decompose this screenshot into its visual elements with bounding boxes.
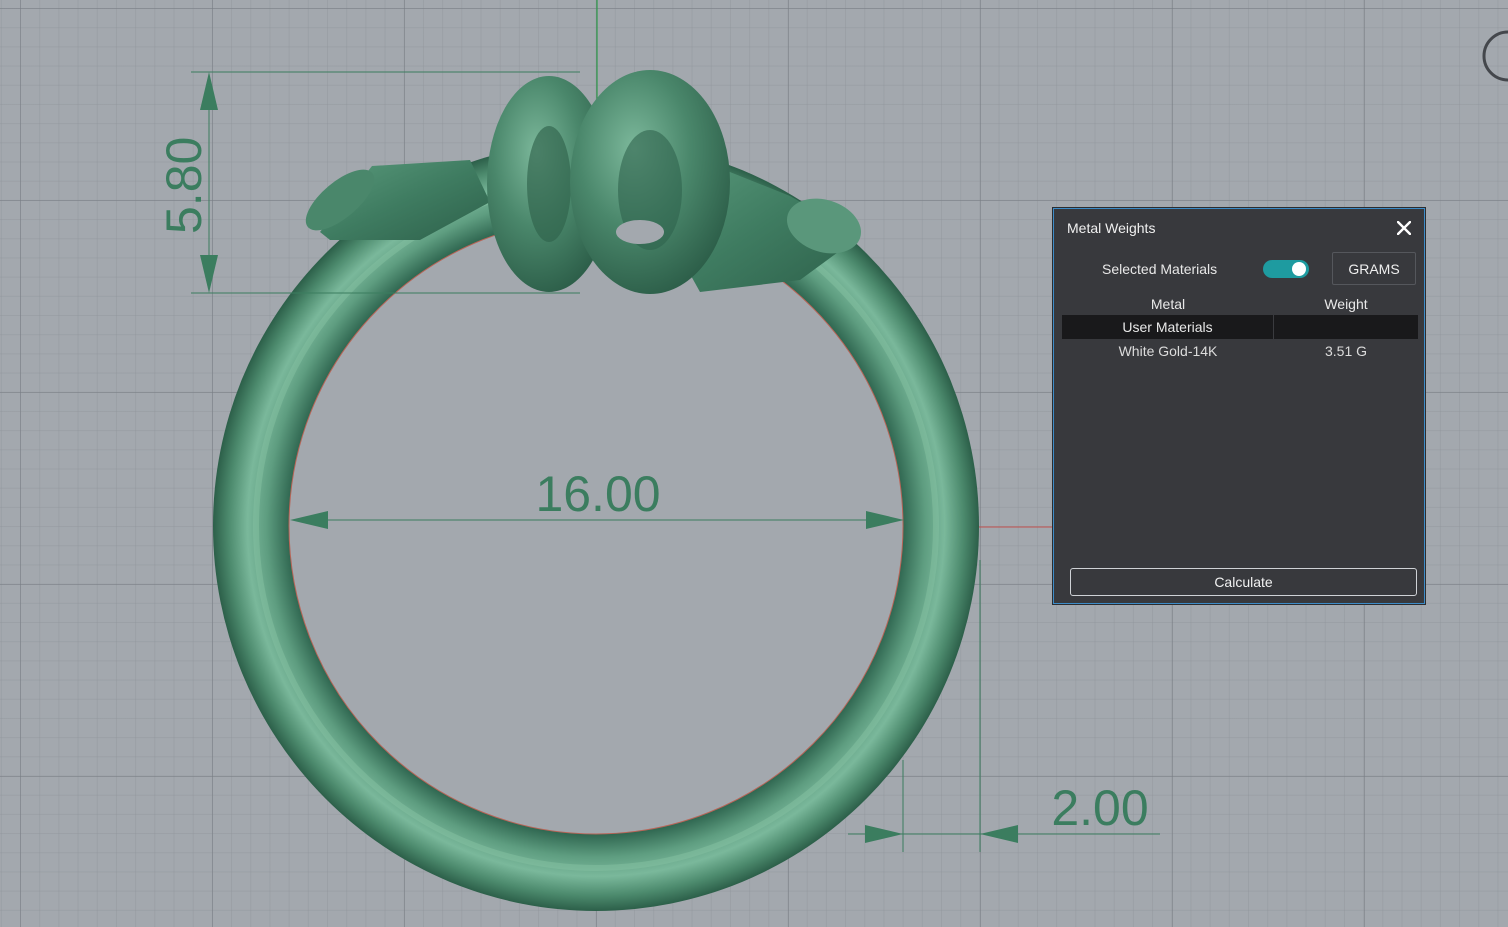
table-header: Metal Weight xyxy=(1062,293,1418,315)
weights-table: Metal Weight User Materials White Gold-1… xyxy=(1062,293,1418,363)
dimension-band-width-label: 2.00 xyxy=(1051,780,1148,836)
toggle-knob xyxy=(1292,262,1306,276)
dimension-diameter-label: 16.00 xyxy=(535,466,660,522)
weight-cell: 3.51 G xyxy=(1324,343,1368,359)
selected-materials-label: Selected Materials xyxy=(1102,261,1218,277)
column-header-weight: Weight xyxy=(1324,296,1368,312)
close-icon xyxy=(1397,221,1411,235)
units-button[interactable]: GRAMS xyxy=(1332,252,1416,285)
dimension-height-label: 5.80 xyxy=(156,137,212,234)
close-button[interactable] xyxy=(1392,216,1416,240)
selected-materials-toggle[interactable] xyxy=(1263,260,1309,278)
table-row[interactable]: White Gold-14K 3.51 G xyxy=(1062,339,1418,363)
panel-title: Metal Weights xyxy=(1067,220,1156,236)
column-header-metal: Metal xyxy=(1150,296,1186,312)
group-label: User Materials xyxy=(1062,315,1274,339)
viewport-gizmo[interactable] xyxy=(1482,30,1508,82)
metal-weights-panel: Metal Weights Selected Materials GRAMS M… xyxy=(1053,208,1425,604)
calculate-button[interactable]: Calculate xyxy=(1070,568,1417,596)
metal-cell: White Gold-14K xyxy=(1118,343,1218,359)
group-row-user-materials[interactable]: User Materials xyxy=(1062,315,1418,339)
